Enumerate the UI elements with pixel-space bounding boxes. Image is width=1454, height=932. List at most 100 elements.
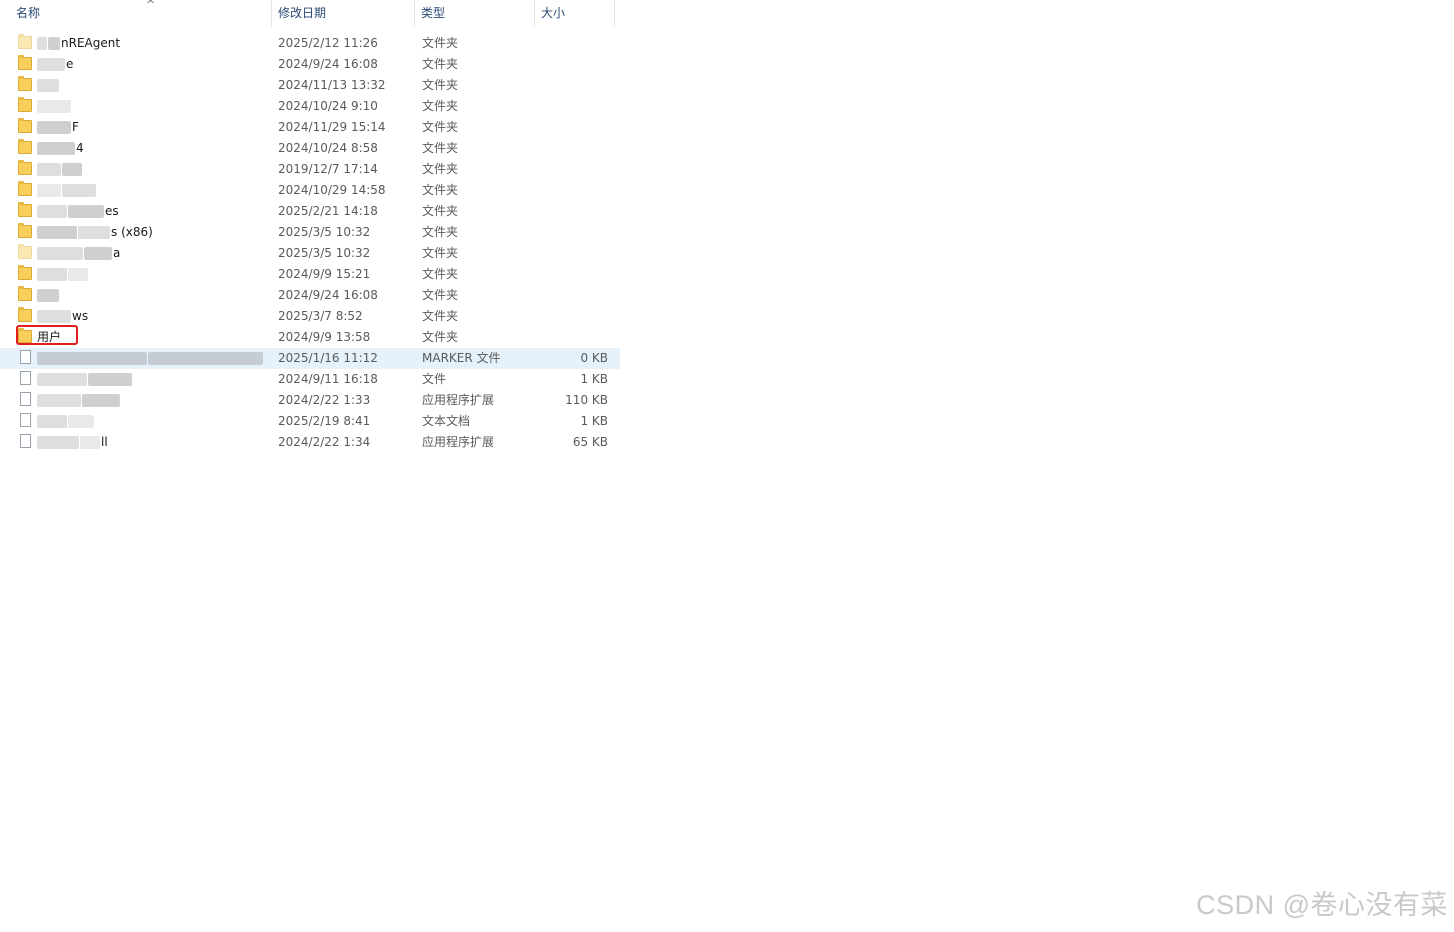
file-size bbox=[540, 306, 608, 327]
file-name bbox=[37, 285, 267, 306]
folder-icon bbox=[18, 244, 34, 261]
file-row[interactable]: es 2025/2/21 14:18 文件夹 bbox=[0, 201, 620, 222]
file-name: a bbox=[37, 243, 267, 264]
column-header-name[interactable]: 名称 ^ bbox=[10, 0, 272, 27]
file-size bbox=[540, 243, 608, 264]
file-size bbox=[540, 138, 608, 159]
file-size bbox=[540, 96, 608, 117]
file-name: F bbox=[37, 117, 267, 138]
file-size: 1 KB bbox=[580, 414, 608, 428]
file-size: 65 KB bbox=[572, 435, 608, 449]
file-name bbox=[37, 348, 267, 369]
file-row[interactable]: a 2025/3/5 10:32 文件夹 bbox=[0, 243, 620, 264]
file-row[interactable]: ll 2024/2/22 1:34 应用程序扩展 65 KB bbox=[0, 432, 620, 453]
file-date: 2025/3/7 8:52 bbox=[278, 309, 363, 323]
file-date: 2024/2/22 1:34 bbox=[278, 435, 371, 449]
file-date: 2025/2/21 14:18 bbox=[278, 204, 378, 218]
file-row[interactable]: nREAgent 2025/2/12 11:26 文件夹 bbox=[0, 33, 620, 54]
file-size bbox=[540, 201, 608, 222]
column-header-date[interactable]: 修改日期 bbox=[272, 0, 415, 27]
file-date: 2025/2/12 11:26 bbox=[278, 36, 378, 50]
file-date: 2019/12/7 17:14 bbox=[278, 162, 378, 176]
file-row-users-folder[interactable]: 用户 2024/9/9 13:58 文件夹 bbox=[0, 327, 620, 348]
file-size bbox=[540, 285, 608, 306]
file-icon bbox=[18, 392, 34, 408]
folder-icon bbox=[18, 76, 34, 93]
file-row[interactable]: 2024/10/29 14:58 文件夹 bbox=[0, 180, 620, 201]
file-date: 2024/2/22 1:33 bbox=[278, 393, 371, 407]
file-row[interactable]: 4 2024/10/24 8:58 文件夹 bbox=[0, 138, 620, 159]
file-size bbox=[540, 327, 608, 348]
file-row[interactable]: ws 2025/3/7 8:52 文件夹 bbox=[0, 306, 620, 327]
folder-icon bbox=[18, 97, 34, 114]
file-type: 文件夹 bbox=[422, 57, 459, 71]
file-row[interactable]: 2024/10/24 9:10 文件夹 bbox=[0, 96, 620, 117]
file-name bbox=[37, 369, 267, 390]
file-date: 2024/10/24 8:58 bbox=[278, 141, 378, 155]
file-size bbox=[540, 264, 608, 285]
file-size: 0 KB bbox=[580, 351, 608, 365]
file-row[interactable]: 2024/9/9 15:21 文件夹 bbox=[0, 264, 620, 285]
file-name: nREAgent bbox=[37, 33, 267, 54]
file-type: 应用程序扩展 bbox=[422, 393, 495, 407]
file-date: 2025/2/19 8:41 bbox=[278, 414, 371, 428]
file-date: 2025/1/16 11:12 bbox=[278, 351, 378, 365]
column-header-bar: 名称 ^ 修改日期 类型 大小 bbox=[0, 0, 620, 27]
file-rows: nREAgent 2025/2/12 11:26 文件夹 e 2024/9/24… bbox=[0, 33, 620, 453]
file-name bbox=[37, 159, 267, 180]
folder-icon bbox=[18, 265, 34, 282]
file-name: 用户 bbox=[37, 330, 62, 344]
file-date: 2024/9/9 15:21 bbox=[278, 267, 371, 281]
file-row[interactable]: 2025/2/19 8:41 文本文档 1 KB bbox=[0, 411, 620, 432]
file-name bbox=[37, 96, 267, 117]
column-header-type[interactable]: 类型 bbox=[415, 0, 535, 27]
file-row[interactable]: s (x86) 2025/3/5 10:32 文件夹 bbox=[0, 222, 620, 243]
file-row[interactable]: 2024/9/11 16:18 文件 1 KB bbox=[0, 369, 620, 390]
file-type: 文件夹 bbox=[422, 141, 459, 155]
file-name: 4 bbox=[37, 138, 267, 159]
file-type: 文件夹 bbox=[422, 99, 459, 113]
file-type: 文本文档 bbox=[422, 414, 471, 428]
file-type: 文件夹 bbox=[422, 288, 459, 302]
file-size bbox=[540, 117, 608, 138]
file-date: 2024/11/13 13:32 bbox=[278, 78, 386, 92]
folder-icon bbox=[18, 118, 34, 135]
column-header-size[interactable]: 大小 bbox=[535, 0, 615, 27]
file-row[interactable]: 2024/11/13 13:32 文件夹 bbox=[0, 75, 620, 96]
file-type: 文件夹 bbox=[422, 204, 459, 218]
file-icon bbox=[18, 371, 34, 387]
folder-icon bbox=[18, 181, 34, 198]
file-row[interactable]: 2024/2/22 1:33 应用程序扩展 110 KB bbox=[0, 390, 620, 411]
folder-icon bbox=[18, 202, 34, 219]
folder-icon bbox=[18, 286, 34, 303]
file-date: 2024/10/29 14:58 bbox=[278, 183, 386, 197]
file-list-view: 名称 ^ 修改日期 类型 大小 nREAgent 2025/2/12 11:26… bbox=[0, 0, 620, 460]
file-name bbox=[37, 264, 267, 285]
file-row[interactable]: 2024/9/24 16:08 文件夹 bbox=[0, 285, 620, 306]
file-size bbox=[540, 33, 608, 54]
file-name: es bbox=[37, 201, 267, 222]
file-row[interactable]: F 2024/11/29 15:14 文件夹 bbox=[0, 117, 620, 138]
file-date: 2025/3/5 10:32 bbox=[278, 225, 371, 239]
file-type: 文件 bbox=[422, 372, 447, 386]
folder-icon bbox=[18, 328, 34, 345]
file-type: 文件夹 bbox=[422, 246, 459, 260]
file-row-selected[interactable]: 2025/1/16 11:12 MARKER 文件 0 KB bbox=[0, 348, 620, 369]
file-type: 文件夹 bbox=[422, 36, 459, 50]
file-size bbox=[540, 54, 608, 75]
file-name: e bbox=[37, 54, 267, 75]
file-date: 2024/9/24 16:08 bbox=[278, 57, 378, 71]
file-type: 文件夹 bbox=[422, 183, 459, 197]
file-row[interactable]: 2019/12/7 17:14 文件夹 bbox=[0, 159, 620, 180]
file-type: 文件夹 bbox=[422, 120, 459, 134]
folder-icon bbox=[18, 34, 34, 51]
file-row[interactable]: e 2024/9/24 16:08 文件夹 bbox=[0, 54, 620, 75]
file-name bbox=[37, 75, 267, 96]
folder-icon bbox=[18, 55, 34, 72]
csdn-watermark: CSDN @卷心没有菜 bbox=[1196, 890, 1448, 920]
sort-ascending-icon: ^ bbox=[146, 0, 156, 11]
file-icon bbox=[18, 413, 34, 429]
file-size bbox=[540, 180, 608, 201]
file-date: 2024/9/24 16:08 bbox=[278, 288, 378, 302]
file-type: 文件夹 bbox=[422, 225, 459, 239]
